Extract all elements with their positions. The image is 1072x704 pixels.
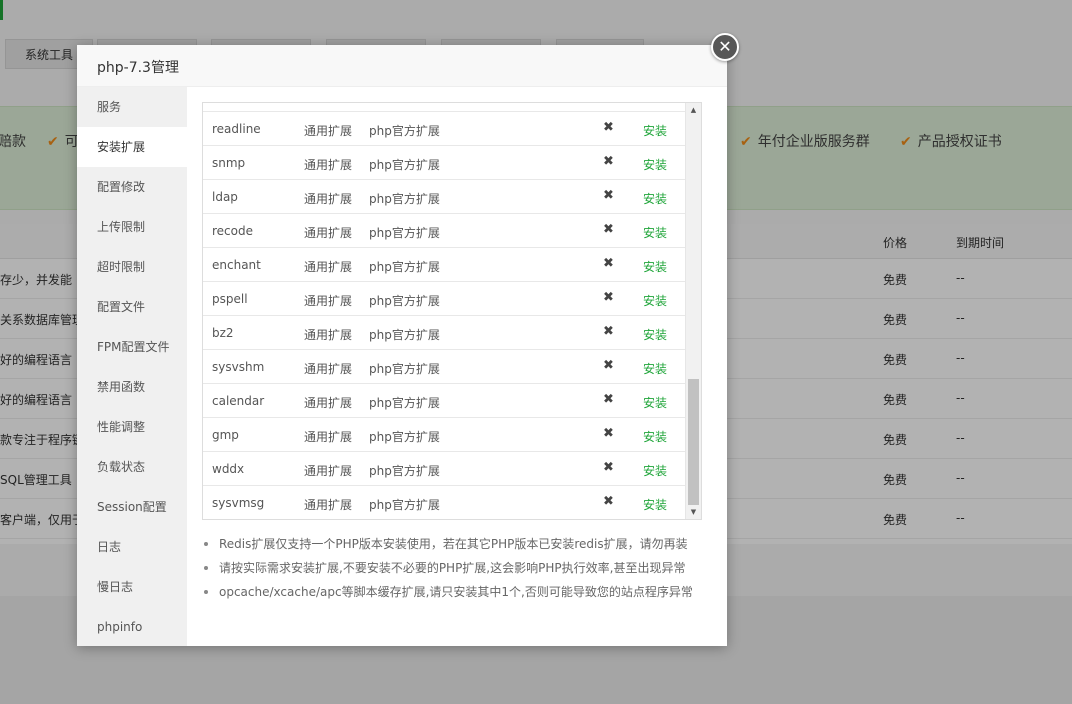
install-link[interactable]: 安装	[643, 258, 667, 275]
sidebar-item-load-status[interactable]: 负载状态	[77, 447, 187, 487]
not-installed-icon: ✖	[603, 392, 614, 407]
note-item: opcache/xcache/apc等脚本缓存扩展,请只安装其中1个,否则可能导…	[202, 585, 722, 609]
table-row: snmp 通用扩展 php官方扩展 ✖ 安装	[203, 145, 686, 179]
scroll-down-arrow-icon[interactable]: ▼	[686, 505, 701, 519]
sidebar-item-timeout-limit[interactable]: 超时限制	[77, 247, 187, 287]
sidebar-item-install-extensions[interactable]: 安装扩展	[77, 127, 187, 167]
sidebar-item-log[interactable]: 日志	[77, 527, 187, 567]
install-link[interactable]: 安装	[643, 190, 667, 207]
sidebar-item-config-edit[interactable]: 配置修改	[77, 167, 187, 207]
sidebar-item-fpm-config[interactable]: FPM配置文件	[77, 327, 187, 367]
sidebar-item-config-file[interactable]: 配置文件	[77, 287, 187, 327]
dialog-header: php-7.3管理	[77, 45, 727, 87]
table-row: sysvmsg 通用扩展 php官方扩展 ✖ 安装	[203, 485, 686, 519]
table-row: pspell 通用扩展 php官方扩展 ✖ 安装	[203, 281, 686, 315]
table-scrollbar[interactable]: ▲ ▼	[685, 103, 701, 519]
not-installed-icon: ✖	[603, 290, 614, 305]
not-installed-icon: ✖	[603, 460, 614, 475]
extensions-rows: readline 通用扩展 php官方扩展 ✖ 安装 snmp 通用扩展 php官方扩展 ✖ 安…	[203, 111, 686, 519]
sidebar-item-session-config[interactable]: Session配置	[77, 487, 187, 527]
not-installed-icon: ✖	[603, 494, 614, 509]
table-row: calendar 通用扩展 php官方扩展 ✖ 安装	[203, 383, 686, 417]
scroll-up-arrow-icon[interactable]: ▲	[686, 103, 701, 117]
close-icon: ✕	[718, 37, 732, 56]
help-notes: Redis扩展仅支持一个PHP版本安装使用，若在其它PHP版本已安装redis扩…	[202, 537, 722, 609]
sidebar-item-upload-limit[interactable]: 上传限制	[77, 207, 187, 247]
install-link[interactable]: 安装	[643, 326, 667, 343]
sidebar-item-disabled-functions[interactable]: 禁用函数	[77, 367, 187, 407]
not-installed-icon: ✖	[603, 188, 614, 203]
table-row: ldap 通用扩展 php官方扩展 ✖ 安装	[203, 179, 686, 213]
install-link[interactable]: 安装	[643, 224, 667, 241]
install-link[interactable]: 安装	[643, 496, 667, 513]
sidebar-item-service[interactable]: 服务	[77, 87, 187, 127]
install-link[interactable]: 安装	[643, 394, 667, 411]
dialog-content: readline 通用扩展 php官方扩展 ✖ 安装 snmp 通用扩展 php官方扩展 ✖ 安…	[187, 87, 727, 646]
install-link[interactable]: 安装	[643, 428, 667, 445]
not-installed-icon: ✖	[603, 426, 614, 441]
php-manage-dialog: php-7.3管理 服务 安装扩展 配置修改 上传限制 超时限制 配置文件 FP…	[77, 45, 727, 646]
sidebar-item-phpinfo[interactable]: phpinfo	[77, 607, 187, 647]
table-row: wddx 通用扩展 php官方扩展 ✖ 安装	[203, 451, 686, 485]
dialog-title: php-7.3管理	[97, 60, 179, 76]
table-row: bz2 通用扩展 php官方扩展 ✖ 安装	[203, 315, 686, 349]
table-row: recode 通用扩展 php官方扩展 ✖ 安装	[203, 213, 686, 247]
not-installed-icon: ✖	[603, 324, 614, 339]
install-link[interactable]: 安装	[643, 156, 667, 173]
install-link[interactable]: 安装	[643, 292, 667, 309]
table-row: readline 通用扩展 php官方扩展 ✖ 安装	[203, 111, 686, 145]
close-dialog-button[interactable]: ✕	[711, 33, 739, 61]
install-link[interactable]: 安装	[643, 122, 667, 139]
note-item: Redis扩展仅支持一个PHP版本安装使用，若在其它PHP版本已安装redis扩…	[202, 537, 722, 561]
scroll-thumb[interactable]	[688, 379, 699, 505]
not-installed-icon: ✖	[603, 358, 614, 373]
table-row: sysvshm 通用扩展 php官方扩展 ✖ 安装	[203, 349, 686, 383]
table-row: enchant 通用扩展 php官方扩展 ✖ 安装	[203, 247, 686, 281]
sidebar-item-performance[interactable]: 性能调整	[77, 407, 187, 447]
not-installed-icon: ✖	[603, 120, 614, 135]
not-installed-icon: ✖	[603, 256, 614, 271]
not-installed-icon: ✖	[603, 222, 614, 237]
install-link[interactable]: 安装	[643, 360, 667, 377]
not-installed-icon: ✖	[603, 154, 614, 169]
extensions-table: readline 通用扩展 php官方扩展 ✖ 安装 snmp 通用扩展 php官方扩展 ✖ 安…	[202, 102, 702, 520]
table-row: gmp 通用扩展 php官方扩展 ✖ 安装	[203, 417, 686, 451]
dialog-sidebar: 服务 安装扩展 配置修改 上传限制 超时限制 配置文件 FPM配置文件 禁用函数…	[77, 87, 187, 646]
sidebar-item-slow-log[interactable]: 慢日志	[77, 567, 187, 607]
install-link[interactable]: 安装	[643, 462, 667, 479]
note-item: 请按实际需求安装扩展,不要安装不必要的PHP扩展,这会影响PHP执行效率,甚至出…	[202, 561, 722, 585]
